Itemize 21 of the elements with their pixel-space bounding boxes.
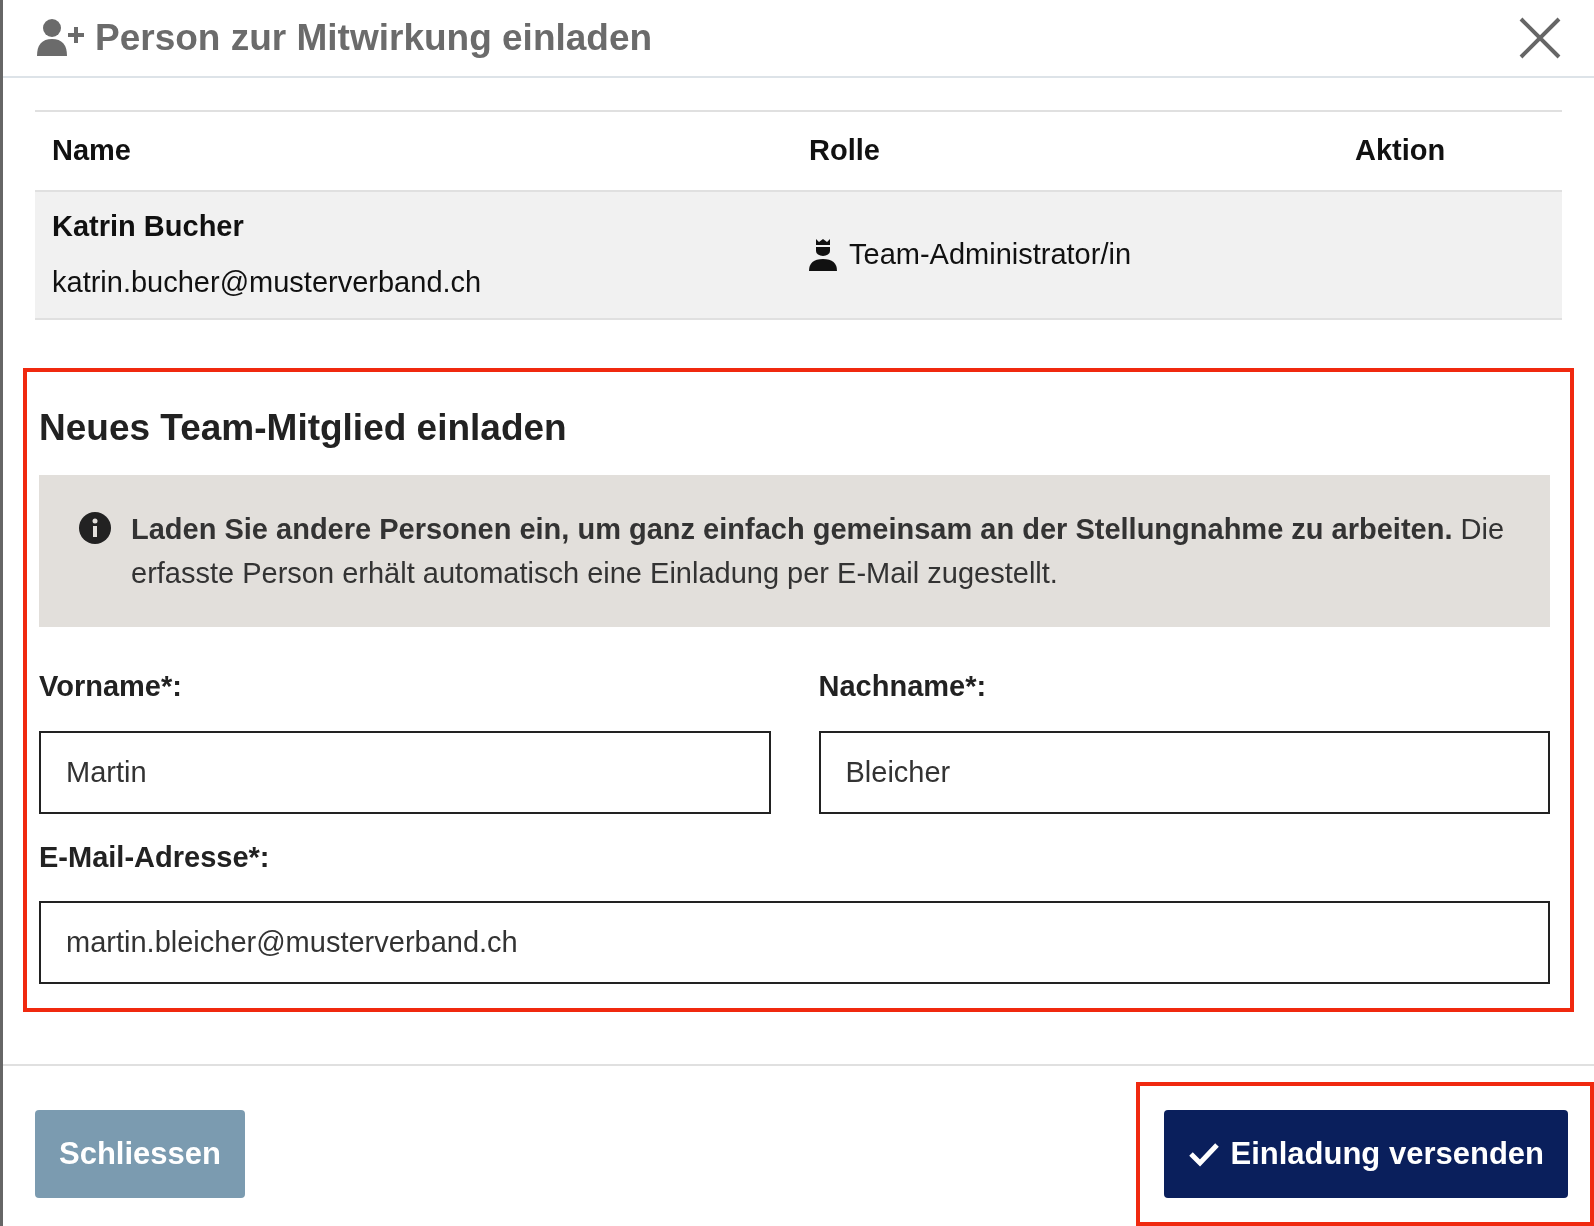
input-field[interactable]: Bleicher (818, 730, 1550, 814)
input-field[interactable]: martin.bleicher@musterverband.ch (39, 901, 1550, 984)
send-invitation-button[interactable]: Einladung versenden (1164, 1110, 1568, 1198)
role-text: Team-Administrator/in (849, 236, 1132, 272)
check-icon (1188, 1141, 1221, 1167)
field-label: E-Mail-Adresse*: (39, 839, 270, 875)
person-name: Katrin Bucher (52, 209, 244, 244)
dialog-title: Person zur Mitwirkung einladen (95, 16, 653, 60)
info-icon (79, 512, 111, 544)
info-text: Laden Sie andere Personen ein, um ganz einfach gemeinsam an der Stellungnahme zu arbeiten. Die erfasste Person erhält automatisch eine Einladung per E-Mail zugestellt. (131, 512, 1506, 591)
input-field[interactable]: Martin (39, 730, 771, 814)
column-header: Aktion (1355, 132, 1446, 168)
add-user-icon (35, 17, 85, 58)
column-header: Rolle (809, 132, 880, 168)
person-email: katrin.bucher@musterverband.ch (52, 264, 482, 300)
section-heading: Neues Team-Mitglied einladen (39, 405, 568, 450)
field-label: Nachname*: (818, 669, 987, 704)
field-label: Vorname*: (39, 669, 182, 704)
admin-user-icon (809, 238, 837, 271)
close-icon (1518, 15, 1562, 60)
column-header: Name (52, 132, 131, 168)
